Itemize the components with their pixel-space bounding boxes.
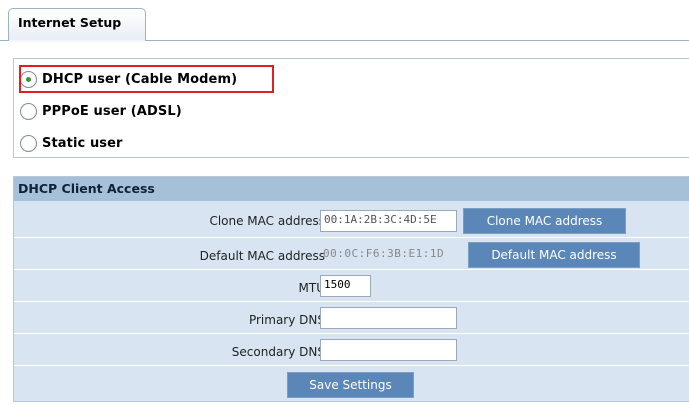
secondary-dns-input[interactable] bbox=[320, 339, 457, 361]
mtu-input[interactable]: 1500 bbox=[320, 275, 371, 297]
section-header: DHCP Client Access bbox=[14, 177, 689, 201]
default-mac-value: 00:0C:F6:3B:E1:1D bbox=[323, 247, 445, 260]
row-divider bbox=[14, 333, 689, 334]
dhcp-client-section: DHCP Client Access Clone MAC address 00:… bbox=[13, 176, 689, 402]
row-divider bbox=[14, 237, 689, 238]
primary-dns-label: Primary DNS bbox=[248, 313, 325, 327]
radio-option-pppoe[interactable]: PPPoE user (ADSL) bbox=[20, 99, 182, 123]
radio-label-static: Static user bbox=[42, 135, 123, 151]
row-divider bbox=[14, 365, 689, 366]
clone-mac-button[interactable]: Clone MAC address bbox=[463, 208, 626, 234]
radio-button-icon[interactable] bbox=[20, 102, 37, 120]
row-divider bbox=[14, 269, 689, 270]
radio-option-static[interactable]: Static user bbox=[20, 131, 123, 155]
tab-line-cover bbox=[9, 40, 145, 42]
default-mac-label: Default MAC address bbox=[199, 249, 325, 263]
radio-label-pppoe: PPPoE user (ADSL) bbox=[42, 103, 182, 119]
clone-mac-field[interactable]: 00:1A:2B:3C:4D:5E bbox=[320, 210, 457, 232]
row-divider bbox=[14, 301, 689, 302]
primary-dns-input[interactable] bbox=[320, 307, 457, 329]
tab-label: Internet Setup bbox=[18, 15, 122, 30]
selection-highlight-box bbox=[19, 65, 274, 93]
radio-button-icon[interactable] bbox=[20, 134, 37, 152]
default-mac-button[interactable]: Default MAC address bbox=[468, 242, 640, 268]
save-settings-button[interactable]: Save Settings bbox=[287, 372, 414, 398]
clone-mac-label: Clone MAC address bbox=[209, 214, 325, 228]
tab-internet-setup[interactable]: Internet Setup bbox=[8, 8, 146, 41]
secondary-dns-label: Secondary DNS bbox=[231, 345, 325, 359]
